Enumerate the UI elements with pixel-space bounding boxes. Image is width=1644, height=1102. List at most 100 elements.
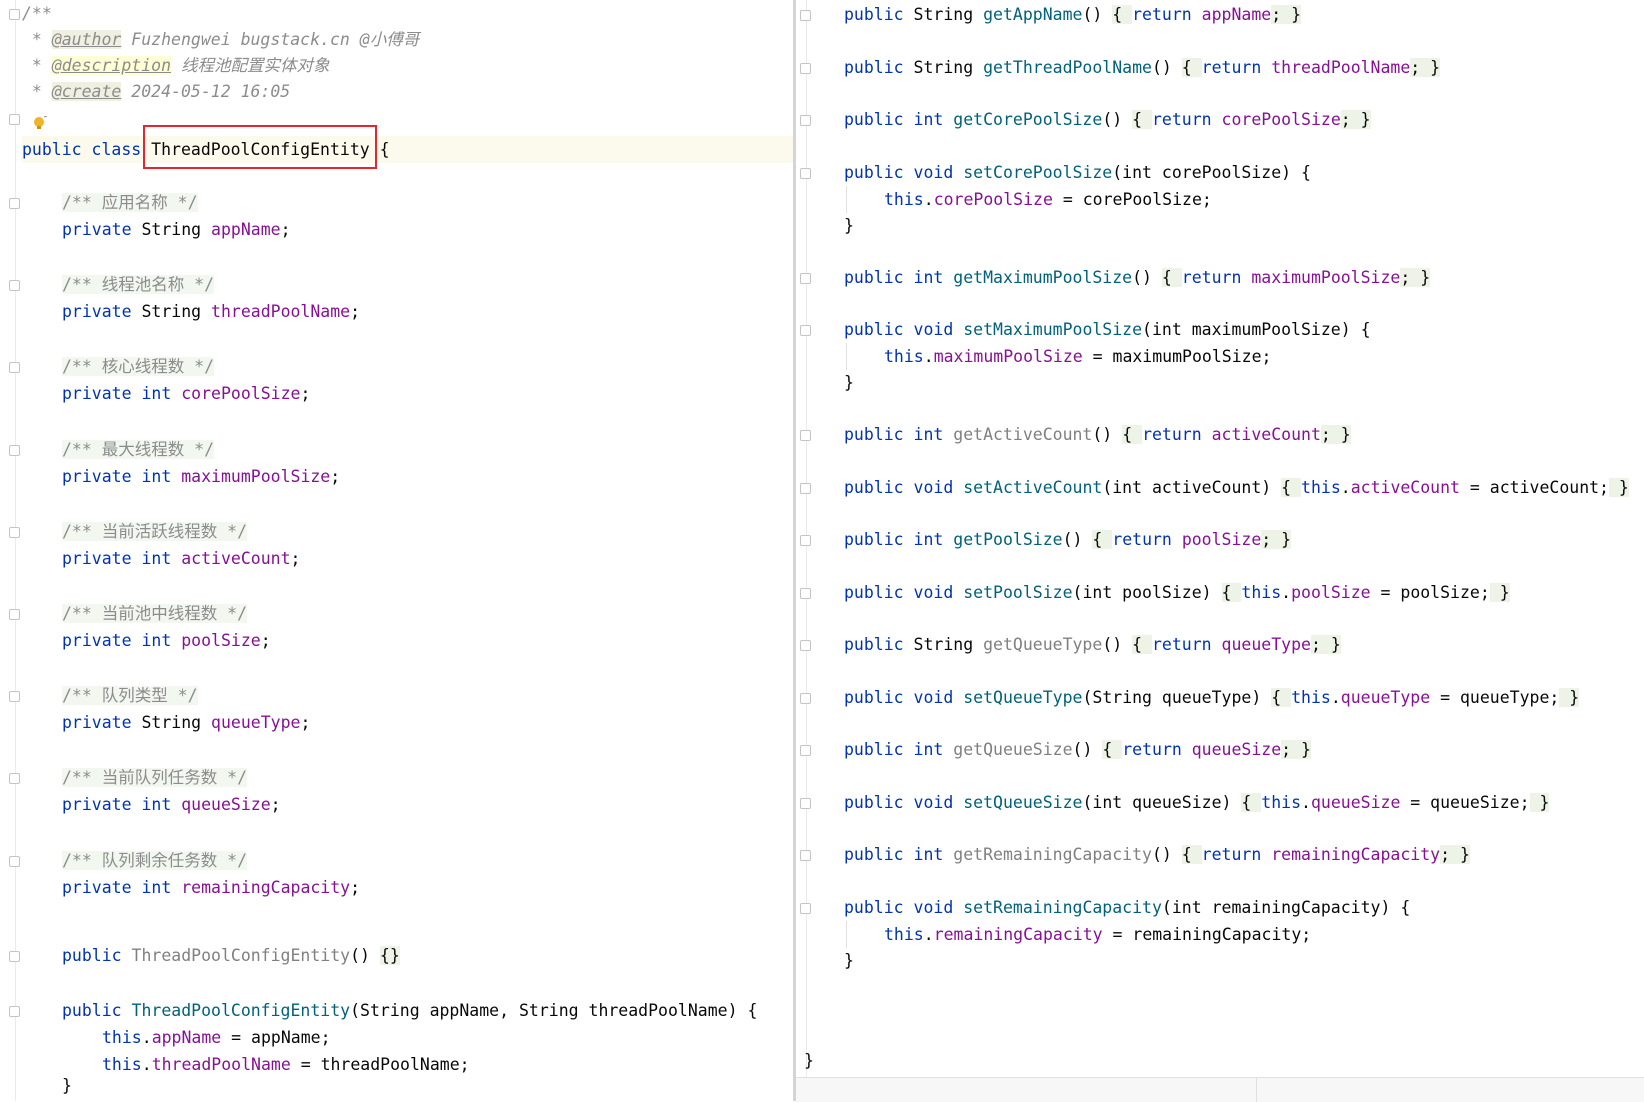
fold-toggle-icon[interactable] <box>9 527 20 538</box>
fold-toggle-icon[interactable] <box>800 115 811 126</box>
create-tag: @create <box>51 82 122 101</box>
fold-toggle-icon[interactable] <box>9 773 20 784</box>
method-name[interactable]: setRemainingCapacity <box>963 898 1162 917</box>
method-setQueueType: public void setQueueType(String queueTyp… <box>844 687 1580 707</box>
fold-toggle-icon[interactable] <box>9 445 20 456</box>
right-editor-pane[interactable]: } public String getAppName() { return ap… <box>796 0 1644 1101</box>
fold-toggle-icon[interactable] <box>800 325 811 336</box>
field-comment: /** 队列剩余任务数 */ <box>62 851 248 870</box>
field-name[interactable]: remainingCapacity <box>181 878 350 897</box>
fold-toggle-icon[interactable] <box>800 167 811 179</box>
constructor-signature: public ThreadPoolConfigEntity(String app… <box>62 1001 758 1020</box>
fold-toggle-icon[interactable] <box>9 280 20 291</box>
field-name[interactable]: corePoolSize <box>181 384 300 403</box>
fold-toggle-icon[interactable] <box>800 902 811 914</box>
method-name[interactable]: setQueueSize <box>963 793 1082 812</box>
setter-body: this.corePoolSize = corePoolSize; <box>884 189 1212 209</box>
method-name[interactable]: getPoolSize <box>953 530 1062 549</box>
field-name[interactable]: maximumPoolSize <box>181 467 330 486</box>
lightbulb-icon[interactable] <box>32 116 48 132</box>
method-getPoolSize: public int getPoolSize() { return poolSi… <box>844 530 1292 549</box>
field-name[interactable]: queueType <box>211 713 300 732</box>
fold-toggle-icon[interactable] <box>800 797 811 809</box>
fold-toggle-icon[interactable] <box>800 10 811 21</box>
field-name[interactable]: queueSize <box>181 795 270 814</box>
javadoc-create-line: * @create 2024-05-12 16:05 <box>22 82 291 101</box>
left-editor-pane[interactable]: /** * @author Fuzhengwei bugstack.cn @小傅… <box>0 0 793 1101</box>
right-gutter <box>796 0 818 1101</box>
method-getCorePoolSize: public int getCorePoolSize() { return co… <box>844 110 1371 129</box>
method-getQueueSize: public int getQueueSize() { return queue… <box>844 740 1311 759</box>
bottom-scroll-area <box>796 1077 1644 1102</box>
fold-toggle-icon[interactable] <box>9 856 20 867</box>
class-name-highlight-box <box>143 125 377 169</box>
fold-toggle-icon[interactable] <box>9 691 20 702</box>
method-getRemainingCapacity: public int getRemainingCapacity() { retu… <box>844 845 1470 864</box>
fold-toggle-icon[interactable] <box>9 9 20 20</box>
setter-body: this.remainingCapacity = remainingCapaci… <box>884 924 1312 944</box>
field-comment: /** 应用名称 */ <box>62 193 198 212</box>
fold-toggle-icon[interactable] <box>9 198 20 209</box>
fold-toggle-icon[interactable] <box>9 609 20 620</box>
method-name[interactable]: setCorePoolSize <box>963 163 1112 182</box>
fold-toggle-icon[interactable] <box>800 482 811 494</box>
fold-toggle-icon[interactable] <box>9 951 20 962</box>
class-close-brace: } <box>804 1051 814 1070</box>
method-name[interactable]: getThreadPoolName <box>983 58 1152 77</box>
method-setQueueSize: public void setQueueSize(int queueSize) … <box>844 792 1550 812</box>
method-setRemainingCapacity: public void setRemainingCapacity(int rem… <box>844 897 1411 917</box>
field-name[interactable]: threadPoolName <box>211 302 350 321</box>
field-declaration: private int remainingCapacity; <box>62 878 361 897</box>
field-declaration: private String appName; <box>62 220 291 239</box>
fold-toggle-icon[interactable] <box>800 692 811 704</box>
fold-toggle-icon[interactable] <box>9 114 20 125</box>
fold-toggle-icon[interactable] <box>800 850 811 861</box>
method-setPoolSize: public void setPoolSize(int poolSize) { … <box>844 582 1510 602</box>
field-name[interactable]: appName <box>211 220 281 239</box>
javadoc-description-line: * @description 线程池配置实体对象 <box>22 56 330 75</box>
method-getThreadPoolName: public String getThreadPoolName() { retu… <box>844 57 1441 77</box>
fold-toggle-icon[interactable] <box>800 430 811 441</box>
field-comment: /** 线程池名称 */ <box>62 275 215 294</box>
field-comment: /** 当前活跃线程数 */ <box>62 522 248 541</box>
author-tag: @author <box>51 30 122 49</box>
fold-toggle-icon[interactable] <box>800 640 811 651</box>
method-name[interactable]: getQueueSize <box>953 740 1072 759</box>
field-name[interactable]: activeCount <box>181 549 290 568</box>
setter-close: } <box>844 215 854 235</box>
field-declaration: private String threadPoolName; <box>62 302 361 321</box>
method-name[interactable]: setQueueType <box>963 688 1082 707</box>
constructor-body-line-2: this.threadPoolName = threadPoolName; <box>102 1055 470 1074</box>
method-setMaximumPoolSize: public void setMaximumPoolSize(int maxim… <box>844 320 1371 339</box>
constructor-close: } <box>62 1076 72 1095</box>
fold-toggle-icon[interactable] <box>9 362 20 373</box>
indent-guide <box>846 343 847 370</box>
method-name[interactable]: getActiveCount <box>953 425 1092 444</box>
method-name[interactable]: getRemainingCapacity <box>953 845 1152 864</box>
method-name[interactable]: setPoolSize <box>963 583 1072 602</box>
fold-toggle-icon[interactable] <box>800 272 811 284</box>
field-declaration: private String queueType; <box>62 713 311 732</box>
field-comment: /** 核心线程数 */ <box>62 357 215 376</box>
javadoc-open: /** <box>22 4 52 23</box>
fold-toggle-icon[interactable] <box>800 62 811 74</box>
fold-toggle-icon[interactable] <box>9 1006 20 1017</box>
javadoc-author-line: * @author Fuzhengwei bugstack.cn @小傅哥 <box>22 30 420 49</box>
constructor-body-line-1: this.appName = appName; <box>102 1028 331 1047</box>
fold-toggle-icon[interactable] <box>800 535 811 546</box>
method-name[interactable]: setMaximumPoolSize <box>963 320 1142 339</box>
method-name[interactable]: getCorePoolSize <box>953 110 1102 129</box>
fold-toggle-icon[interactable] <box>800 745 811 756</box>
method-getQueueType: public String getQueueType() { return qu… <box>844 635 1341 654</box>
method-name[interactable]: setActiveCount <box>963 478 1102 497</box>
method-name[interactable]: getAppName <box>983 5 1082 24</box>
method-name[interactable]: getMaximumPoolSize <box>953 268 1132 287</box>
field-name[interactable]: poolSize <box>181 631 260 650</box>
field-declaration: private int activeCount; <box>62 549 301 568</box>
setter-close: } <box>844 950 854 970</box>
indent-guide <box>846 920 847 948</box>
method-getActiveCount: public int getActiveCount() { return act… <box>844 425 1351 444</box>
setter-body: this.maximumPoolSize = maximumPoolSize; <box>884 347 1272 366</box>
fold-toggle-icon[interactable] <box>800 587 811 599</box>
method-name[interactable]: getQueueType <box>983 635 1102 654</box>
